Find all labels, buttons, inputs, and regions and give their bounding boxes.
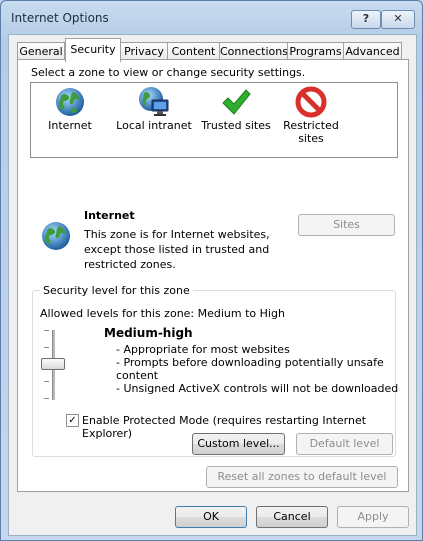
- slider-tick: [44, 381, 49, 382]
- zone-internet-label: Internet: [48, 119, 92, 132]
- security-level-name: Medium-high: [104, 326, 193, 340]
- zone-restricted-sites[interactable]: Restricted sites: [279, 83, 343, 155]
- zone-local-intranet[interactable]: Local intranet: [115, 83, 193, 155]
- level-desc-line: content: [116, 369, 159, 382]
- security-level-slider-thumb[interactable]: [41, 358, 65, 370]
- intranet-icon: [139, 87, 169, 116]
- sites-button[interactable]: Sites: [298, 214, 395, 236]
- zone-list: Internet Local intranet Trusted sites Re…: [30, 82, 398, 158]
- security-level-group-title: Security level for this zone: [40, 284, 193, 297]
- zone-desc-line: This zone is for Internet websites,: [84, 228, 270, 241]
- restricted-icon: [295, 86, 327, 118]
- ok-button[interactable]: OK: [175, 506, 247, 528]
- selected-zone-description: This zone is for Internet websites, exce…: [84, 227, 270, 272]
- zone-local-intranet-label: Local intranet: [116, 119, 192, 132]
- zone-desc-line: restricted zones.: [84, 258, 176, 271]
- level-desc-line: - Appropriate for most websites: [116, 343, 290, 356]
- tab-security[interactable]: Security: [65, 38, 121, 62]
- zone-desc-line: except those listed in trusted and: [84, 243, 270, 256]
- internet-options-window: Internet Options ? ✕ General Security Pr…: [0, 0, 423, 541]
- reset-all-zones-button[interactable]: Reset all zones to default level: [206, 466, 398, 488]
- selected-zone-name: Internet: [84, 209, 135, 222]
- level-desc-line: - Unsigned ActiveX controls will not be …: [116, 382, 399, 395]
- protected-mode-checkbox[interactable]: ✓: [66, 414, 79, 427]
- window-title: Internet Options: [11, 11, 109, 25]
- apply-button[interactable]: Apply: [337, 506, 409, 528]
- cancel-button[interactable]: Cancel: [256, 506, 328, 528]
- zone-restricted-sites-label: Restricted sites: [283, 119, 339, 145]
- zone-internet[interactable]: Internet: [39, 83, 101, 155]
- security-tab-panel: Select a zone to view or change security…: [17, 59, 409, 492]
- level-desc-line: - Prompts before downloading potentially…: [116, 356, 384, 369]
- dialog-client-area: General Security Privacy Content Connect…: [8, 34, 417, 536]
- checkmark-icon: [222, 89, 251, 115]
- help-button[interactable]: ?: [351, 10, 381, 29]
- slider-tick: [44, 330, 49, 331]
- zone-trusted-sites-label: Trusted sites: [201, 119, 271, 132]
- slider-tick: [44, 398, 49, 399]
- allowed-levels-text: Allowed levels for this zone: Medium to …: [40, 307, 285, 320]
- custom-level-button[interactable]: Custom level...: [192, 433, 285, 455]
- globe-icon: [56, 88, 84, 116]
- zone-instruction: Select a zone to view or change security…: [31, 66, 306, 79]
- selected-zone-globe-icon: [42, 222, 70, 250]
- close-button[interactable]: ✕: [381, 10, 415, 29]
- slider-tick: [44, 347, 49, 348]
- default-level-button[interactable]: Default level: [296, 433, 393, 455]
- zone-trusted-sites[interactable]: Trusted sites: [201, 83, 271, 155]
